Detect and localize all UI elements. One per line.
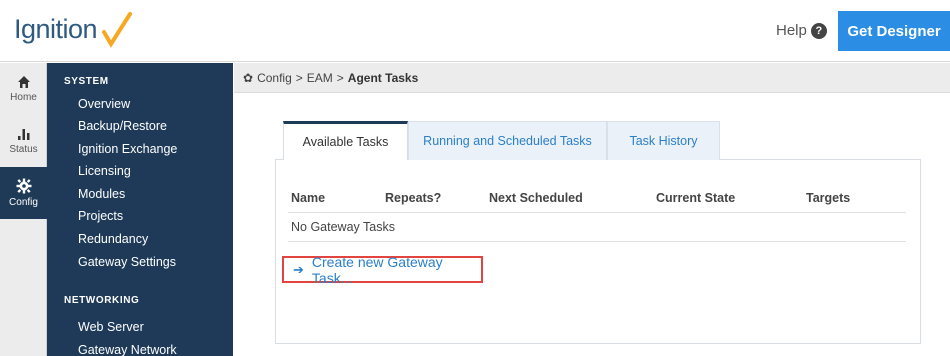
top-header: Ignition Help ? Get Designer <box>0 0 950 62</box>
nav-item-web-server[interactable]: Web Server <box>78 320 144 334</box>
nav-section-system: SYSTEM <box>64 76 109 87</box>
tab-available-tasks[interactable]: Available Tasks <box>283 121 408 160</box>
ignition-logo[interactable]: Ignition <box>14 12 134 48</box>
nav-item-gateway-settings[interactable]: Gateway Settings <box>78 255 176 269</box>
nav-item-modules[interactable]: Modules <box>78 187 125 201</box>
rail-label-status: Status <box>9 144 38 155</box>
tab-task-history[interactable]: Task History <box>607 121 720 160</box>
gear-icon <box>16 178 31 194</box>
column-header-name: Name <box>291 191 326 205</box>
nav-item-licensing[interactable]: Licensing <box>78 164 131 178</box>
logo-swoosh-icon <box>102 12 132 48</box>
nav-item-backup-restore[interactable]: Backup/Restore <box>78 119 167 133</box>
home-icon <box>17 76 30 88</box>
question-circle-icon: ? <box>810 22 827 39</box>
empty-table-message: No Gateway Tasks <box>291 220 395 234</box>
breadcrumb: ✿ Config > EAM > Agent Tasks <box>234 63 950 93</box>
tasks-panel <box>275 159 921 344</box>
gear-icon: ✿ <box>243 70 254 85</box>
column-header-current-state: Current State <box>656 191 736 205</box>
task-tabs: Available Tasks Running and Scheduled Ta… <box>283 121 720 160</box>
arrow-right-icon: ➔ <box>293 261 304 277</box>
rail-item-config[interactable]: Config <box>0 167 47 219</box>
create-gateway-task-link[interactable]: ➔ Create new Gateway Task... <box>282 253 483 286</box>
rail-item-home[interactable]: Home <box>0 63 47 115</box>
column-header-next-scheduled: Next Scheduled <box>489 191 583 205</box>
column-header-repeats: Repeats? <box>385 191 442 205</box>
bar-chart-icon <box>17 129 29 140</box>
nav-item-overview[interactable]: Overview <box>78 97 130 111</box>
column-header-targets: Targets <box>806 191 851 205</box>
logo-text: Ignition <box>14 14 98 44</box>
rail-label-home: Home <box>10 92 37 103</box>
nav-item-ignition-exchange[interactable]: Ignition Exchange <box>78 142 177 156</box>
config-nav-menu: SYSTEM Overview Backup/Restore Ignition … <box>47 63 233 356</box>
icon-rail: Home Status Config <box>0 63 47 356</box>
breadcrumb-eam[interactable]: EAM <box>307 71 333 85</box>
help-label: Help <box>776 22 807 39</box>
rail-label-config: Config <box>9 197 38 208</box>
breadcrumb-config[interactable]: Config <box>257 71 292 85</box>
get-designer-button[interactable]: Get Designer <box>838 11 950 51</box>
breadcrumb-separator: > <box>336 70 344 85</box>
help-link[interactable]: Help ? <box>776 22 827 39</box>
table-row-divider <box>288 241 906 242</box>
rail-item-status[interactable]: Status <box>0 115 47 167</box>
table-header-divider <box>288 212 906 213</box>
create-gateway-task-label: Create new Gateway Task... <box>311 253 443 286</box>
breadcrumb-current: Agent Tasks <box>347 70 419 85</box>
nav-item-projects[interactable]: Projects <box>78 209 123 223</box>
nav-item-gateway-network[interactable]: Gateway Network <box>78 343 177 356</box>
nav-item-redundancy[interactable]: Redundancy <box>78 232 148 246</box>
nav-section-networking: NETWORKING <box>64 295 140 306</box>
breadcrumb-separator: > <box>295 70 303 85</box>
tab-running-scheduled-tasks[interactable]: Running and Scheduled Tasks <box>408 121 607 160</box>
